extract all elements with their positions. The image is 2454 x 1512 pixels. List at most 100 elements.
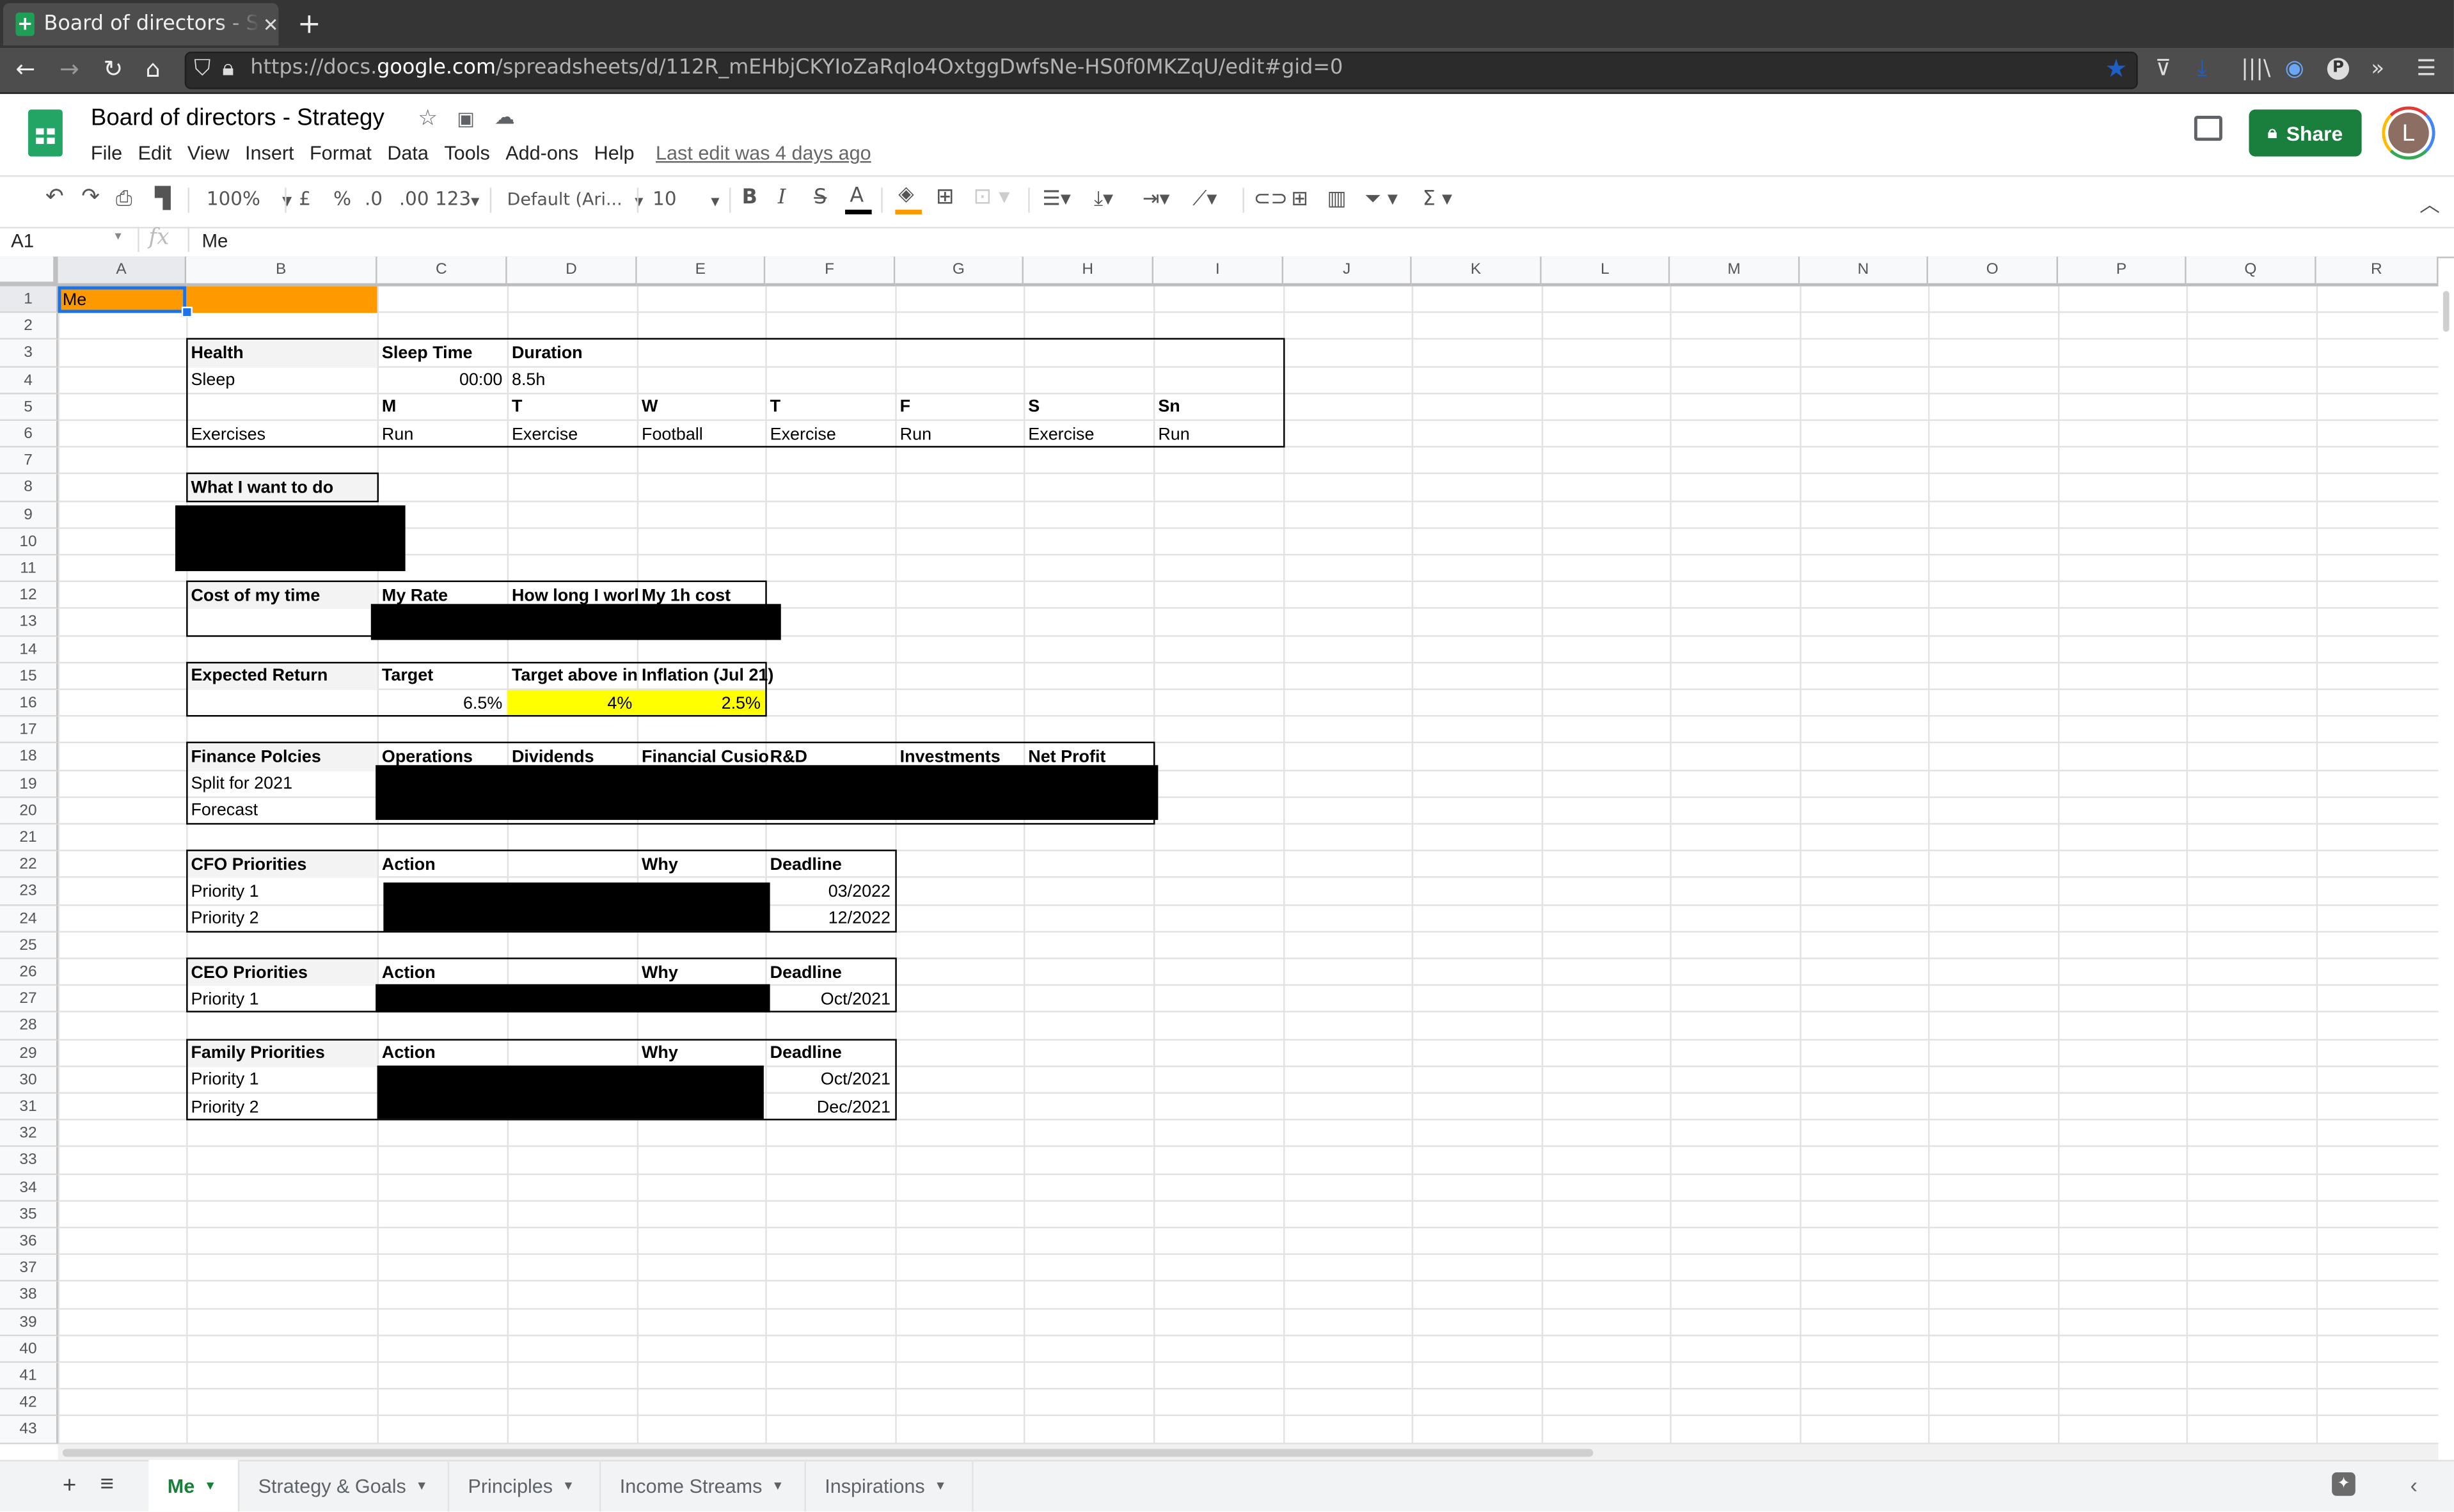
row-header-37[interactable]: 37 bbox=[0, 1255, 58, 1282]
column-header-j[interactable]: J bbox=[1283, 256, 1412, 287]
text-color-button[interactable]: A bbox=[850, 185, 864, 209]
more-formats-button[interactable]: 123▼ bbox=[435, 188, 479, 210]
horizontal-align-icon[interactable]: ☰▾ bbox=[1042, 188, 1070, 212]
sheet-tab-principles[interactable]: Principles ▼ bbox=[449, 1460, 601, 1512]
menu-help[interactable]: Help bbox=[594, 143, 635, 164]
zoom-select[interactable]: 100% ▼ bbox=[207, 188, 292, 210]
extension-icon[interactable]: ◉ bbox=[2285, 56, 2304, 81]
bookmark-star-icon[interactable]: ★ bbox=[2105, 53, 2127, 83]
sheet-tab-inspirations[interactable]: Inspirations ▼ bbox=[806, 1460, 974, 1512]
chevron-down-icon[interactable]: ▼ bbox=[934, 1479, 946, 1493]
insert-comment-icon[interactable]: ⊞ bbox=[1291, 188, 1308, 212]
column-header-l[interactable]: L bbox=[1541, 256, 1670, 287]
fill-color-icon[interactable]: ◈ bbox=[898, 183, 914, 207]
fill-handle[interactable] bbox=[181, 306, 193, 319]
row-header-16[interactable]: 16 bbox=[0, 689, 58, 717]
chevron-down-icon[interactable]: ▼ bbox=[113, 232, 123, 242]
horizontal-scroll-thumb[interactable] bbox=[62, 1449, 1594, 1457]
sheet-tab-income-streams[interactable]: Income Streams ▼ bbox=[601, 1460, 806, 1512]
profile-p-icon[interactable]: P bbox=[2327, 58, 2350, 80]
strikethrough-button[interactable]: S bbox=[814, 186, 827, 210]
sheets-logo-icon[interactable] bbox=[28, 109, 63, 157]
column-header-d[interactable]: D bbox=[507, 256, 637, 287]
format-percent-button[interactable]: % bbox=[333, 188, 351, 210]
row-header-43[interactable]: 43 bbox=[0, 1416, 58, 1444]
paint-format-icon[interactable]: ▜ bbox=[155, 188, 170, 212]
vertical-scroll-thumb[interactable] bbox=[2442, 291, 2450, 332]
print-icon[interactable]: ⎙ bbox=[116, 188, 132, 212]
row-header-24[interactable]: 24 bbox=[0, 905, 58, 933]
row-header-26[interactable]: 26 bbox=[0, 959, 58, 986]
share-button[interactable]: 🔒︎ Share bbox=[2249, 109, 2362, 157]
cell-b1[interactable] bbox=[186, 286, 377, 313]
row-header-40[interactable]: 40 bbox=[0, 1335, 58, 1363]
filter-icon[interactable]: ⏷ ▾ bbox=[1365, 188, 1398, 212]
row-header-28[interactable]: 28 bbox=[0, 1012, 58, 1040]
font-size-select[interactable]: 10 ▼ bbox=[653, 188, 719, 210]
row-header-30[interactable]: 30 bbox=[0, 1066, 58, 1094]
new-tab-button[interactable]: + bbox=[297, 8, 321, 40]
forward-icon[interactable]: → bbox=[59, 55, 79, 83]
chevron-down-icon[interactable]: ▼ bbox=[204, 1479, 216, 1493]
undo-icon[interactable]: ↶ bbox=[45, 185, 64, 210]
column-header-e[interactable]: E bbox=[637, 256, 766, 287]
row-header-23[interactable]: 23 bbox=[0, 878, 58, 906]
comments-icon[interactable] bbox=[2194, 116, 2222, 141]
column-header-k[interactable]: K bbox=[1411, 256, 1542, 287]
redo-icon[interactable]: ↷ bbox=[81, 185, 100, 210]
row-header-17[interactable]: 17 bbox=[0, 716, 58, 744]
account-avatar[interactable]: L bbox=[2382, 106, 2435, 160]
format-currency-button[interactable]: £ bbox=[299, 188, 311, 210]
row-header-18[interactable]: 18 bbox=[0, 743, 58, 771]
row-header-31[interactable]: 31 bbox=[0, 1094, 58, 1121]
row-header-42[interactable]: 42 bbox=[0, 1389, 58, 1417]
row-header-33[interactable]: 33 bbox=[0, 1147, 58, 1175]
row-header-20[interactable]: 20 bbox=[0, 798, 58, 825]
menu-insert[interactable]: Insert bbox=[245, 143, 294, 164]
insert-link-icon[interactable]: ⊂⊃ bbox=[1254, 188, 1288, 212]
menu-format[interactable]: Format bbox=[310, 143, 372, 164]
row-header-32[interactable]: 32 bbox=[0, 1121, 58, 1148]
row-header-38[interactable]: 38 bbox=[0, 1282, 58, 1309]
row-header-3[interactable]: 3 bbox=[0, 340, 58, 367]
library-icon[interactable]: |||\ bbox=[2241, 56, 2270, 81]
row-header-10[interactable]: 10 bbox=[0, 528, 58, 556]
functions-icon[interactable]: Σ ▾ bbox=[1423, 188, 1452, 212]
row-header-27[interactable]: 27 bbox=[0, 986, 58, 1013]
row-header-21[interactable]: 21 bbox=[0, 824, 58, 852]
sheet-tab-strategy-goals[interactable]: Strategy & Goals ▼ bbox=[239, 1460, 450, 1512]
row-header-29[interactable]: 29 bbox=[0, 1039, 58, 1067]
column-header-r[interactable]: R bbox=[2316, 256, 2439, 287]
insert-chart-icon[interactable]: ▥ bbox=[1327, 188, 1347, 212]
vertical-scrollbar[interactable] bbox=[2438, 286, 2454, 1460]
lock-icon[interactable]: 🔒︎ bbox=[222, 56, 234, 81]
home-icon[interactable]: ⌂ bbox=[146, 55, 161, 83]
row-header-14[interactable]: 14 bbox=[0, 636, 58, 663]
menu-file[interactable]: File bbox=[91, 143, 122, 164]
select-all-corner[interactable] bbox=[0, 256, 58, 287]
back-icon[interactable]: ← bbox=[15, 55, 35, 83]
shield-icon[interactable]: ⛉ bbox=[194, 56, 210, 81]
chevron-down-icon[interactable]: ▼ bbox=[416, 1479, 428, 1493]
row-header-4[interactable]: 4 bbox=[0, 366, 58, 394]
menu-edit[interactable]: Edit bbox=[138, 143, 172, 164]
name-box[interactable]: A1 bbox=[11, 230, 34, 252]
column-header-h[interactable]: H bbox=[1023, 256, 1153, 287]
column-header-g[interactable]: G bbox=[895, 256, 1024, 287]
url-text[interactable]: https://docs.google.com/spreadsheets/d/1… bbox=[250, 56, 1343, 80]
row-header-15[interactable]: 15 bbox=[0, 663, 58, 690]
decrease-decimals-button[interactable]: .0 bbox=[365, 188, 383, 210]
sheet-tab-me[interactable]: Me ▼ bbox=[148, 1460, 240, 1512]
chevron-down-icon[interactable]: ▼ bbox=[772, 1479, 784, 1493]
row-header-12[interactable]: 12 bbox=[0, 582, 58, 610]
add-sheet-button[interactable]: + bbox=[63, 1472, 76, 1499]
text-rotation-icon[interactable]: ⟋▾ bbox=[1192, 188, 1217, 212]
row-header-22[interactable]: 22 bbox=[0, 851, 58, 879]
row-header-7[interactable]: 7 bbox=[0, 448, 58, 475]
text-wrapping-icon[interactable]: ⇥▾ bbox=[1143, 188, 1170, 212]
italic-button[interactable]: I bbox=[778, 186, 786, 210]
reload-icon[interactable]: ↻ bbox=[103, 55, 123, 83]
browser-tab[interactable]: + Board of directors - Strategy ✕ bbox=[3, 3, 278, 45]
download-icon[interactable]: ⤓ bbox=[2197, 56, 2207, 81]
row-header-1[interactable]: 1 bbox=[0, 286, 58, 313]
